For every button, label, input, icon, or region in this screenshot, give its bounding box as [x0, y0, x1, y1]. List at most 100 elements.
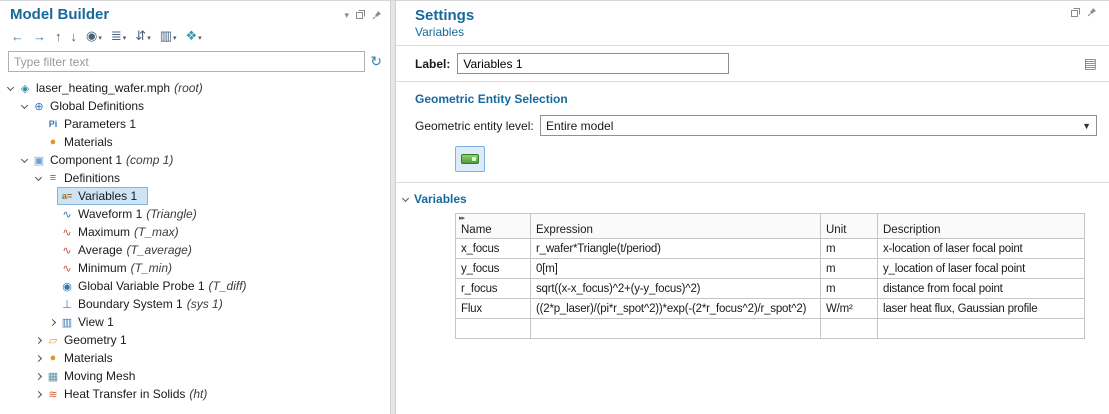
cell-unit[interactable]: [821, 319, 878, 339]
collapse-icon[interactable]: [4, 87, 16, 90]
cell-description[interactable]: laser heat flux, Gaussian profile: [878, 299, 1085, 319]
show-more-icon[interactable]: ▤: [1084, 55, 1097, 72]
move-down-button[interactable]: ↓: [68, 28, 81, 45]
go-forward-icon: →: [33, 29, 46, 44]
collapse-icon[interactable]: [18, 105, 30, 108]
panel-menu-icon[interactable]: ▾: [344, 10, 349, 20]
pin-icon[interactable]: [1087, 7, 1097, 17]
tree-item-definitions[interactable]: ≡Definitions: [0, 169, 390, 187]
active-selection-button[interactable]: [455, 146, 485, 172]
model-icon: ◈: [17, 82, 33, 95]
tree-item-variables-1[interactable]: a=Variables 1: [0, 187, 390, 205]
cell-expression[interactable]: sqrt((x-x_focus)^2+(y-y_focus)^2): [531, 279, 821, 299]
refresh-icon[interactable]: ↻: [370, 53, 382, 70]
expand-icon[interactable]: [32, 338, 44, 343]
chevron-down-icon: ▾: [173, 34, 177, 42]
label-input[interactable]: [457, 53, 729, 74]
collapse-icon[interactable]: [32, 177, 44, 180]
cell-expression[interactable]: 0[m]: [531, 259, 821, 279]
col-header-label: Description: [883, 224, 941, 236]
tree-item-maximum[interactable]: ∿Maximum(T_max): [0, 223, 390, 241]
cell-description[interactable]: x-location of laser focal point: [878, 239, 1085, 259]
tree-item-boundary-system-1[interactable]: ⊥Boundary System 1(sys 1): [0, 295, 390, 313]
maximum-icon: ∿: [59, 226, 75, 239]
parameters-icon: Pi: [45, 119, 61, 129]
geometric-entity-level-dropdown[interactable]: Entire model ▼: [540, 115, 1097, 136]
boundary-system-icon: ⊥: [59, 298, 75, 311]
cell-expression[interactable]: ((2*p_laser)/(pi*r_spot^2))*exp(-(2*r_fo…: [531, 299, 821, 319]
cell-description[interactable]: y_location of laser focal point: [878, 259, 1085, 279]
geometric-entity-level-row: Geometric entity level: Entire model ▼: [396, 115, 1109, 146]
cell-name[interactable]: y_focus: [456, 259, 531, 279]
filter-row: ↻: [0, 49, 390, 76]
cell-name[interactable]: r_focus: [456, 279, 531, 299]
heat-transfer-icon: ≋: [45, 388, 61, 401]
row-indicator-icon: ▸▸: [459, 214, 464, 222]
cell-description[interactable]: distance from focal point: [878, 279, 1085, 299]
comsol-window: Model Builder ▾ ←→↑↓◉▾≣▾⇵▾▥▾❖▾ ↻ ◈laser_…: [0, 0, 1109, 414]
tree-item-waveform-1[interactable]: ∿Waveform 1(Triangle): [0, 205, 390, 223]
expand-icon[interactable]: [32, 374, 44, 379]
expand-icon[interactable]: [46, 320, 58, 325]
tree-item-geometry-1[interactable]: ▱Geometry 1: [0, 331, 390, 349]
expand-icon[interactable]: [32, 392, 44, 397]
float-window-icon[interactable]: [356, 10, 365, 19]
cell-unit[interactable]: W/m²: [821, 299, 878, 319]
tree-item-global-definitions[interactable]: ⊕Global Definitions: [0, 97, 390, 115]
geometric-entity-selection-heading: Geometric Entity Selection: [396, 82, 1109, 115]
col-header-unit[interactable]: Unit: [821, 214, 878, 239]
cell-name[interactable]: x_focus: [456, 239, 531, 259]
cell-expression[interactable]: r_wafer*Triangle(t/period): [531, 239, 821, 259]
settings-title: Settings: [415, 7, 474, 24]
table-row: [456, 319, 1085, 339]
probe-icon: ◉: [59, 280, 75, 293]
table-header-row: ▸▸NameExpression Unit Description: [456, 214, 1085, 239]
tree-item-parameters-1[interactable]: PiParameters 1: [0, 115, 390, 133]
tree-item-tag: (comp 1): [122, 153, 173, 167]
collapse-icon[interactable]: [18, 159, 30, 162]
tree-item-label: Heat Transfer in Solids: [61, 387, 185, 401]
tree-item-laser-heating-wafer-mph[interactable]: ◈laser_heating_wafer.mph(root): [0, 79, 390, 97]
label-row: Label: ▤: [396, 46, 1109, 81]
cell-expression[interactable]: [531, 319, 821, 339]
col-header-description[interactable]: Description: [878, 214, 1085, 239]
active-selection-icon: [461, 154, 479, 164]
filter-input[interactable]: [8, 51, 365, 72]
col-header-expression[interactable]: Expression: [531, 214, 821, 239]
move-up-button[interactable]: ↑: [52, 28, 65, 45]
go-back-button[interactable]: ←: [8, 28, 27, 45]
expand-icon[interactable]: [32, 356, 44, 361]
tree-item-label: Materials: [61, 135, 113, 149]
table-row: y_focus0[m]my_location of laser focal po…: [456, 259, 1085, 279]
tree-item-average[interactable]: ∿Average(T_average): [0, 241, 390, 259]
tree-item-view-1[interactable]: ▥View 1: [0, 313, 390, 331]
model-tree-node-text-icon: ≣: [111, 28, 122, 44]
sort-button[interactable]: ⇵▾: [132, 27, 153, 45]
show-button[interactable]: ◉▾: [83, 27, 105, 45]
col-header-label: Unit: [826, 224, 846, 236]
tree-item-materials[interactable]: ●Materials: [0, 349, 390, 367]
cell-name[interactable]: Flux: [456, 299, 531, 319]
tree-item-label: Minimum: [75, 261, 127, 275]
cell-name[interactable]: [456, 319, 531, 339]
tree-item-heat-transfer-in-solids[interactable]: ≋Heat Transfer in Solids(ht): [0, 385, 390, 403]
cell-unit[interactable]: m: [821, 279, 878, 299]
tree-item-global-variable-probe-1[interactable]: ◉Global Variable Probe 1(T_diff): [0, 277, 390, 295]
float-window-icon[interactable]: [1071, 8, 1080, 17]
columns-button[interactable]: ▥▾: [157, 27, 180, 45]
tree-item-materials[interactable]: ●Materials: [0, 133, 390, 151]
tree-item-label: Average: [75, 243, 122, 257]
model-tree-node-text-button[interactable]: ≣▾: [108, 27, 129, 45]
pin-icon[interactable]: [372, 10, 382, 20]
go-forward-button[interactable]: →: [30, 28, 49, 45]
chevron-down-icon: ▾: [98, 34, 102, 42]
cell-description[interactable]: [878, 319, 1085, 339]
cell-unit[interactable]: m: [821, 259, 878, 279]
cell-unit[interactable]: m: [821, 239, 878, 259]
tree-item-component-1[interactable]: ▣Component 1(comp 1): [0, 151, 390, 169]
col-header-name[interactable]: ▸▸Name: [456, 214, 531, 239]
variables-section-header[interactable]: Variables: [396, 183, 1109, 213]
tree-item-minimum[interactable]: ∿Minimum(T_min): [0, 259, 390, 277]
appearance-button[interactable]: ❖▾: [183, 27, 205, 45]
tree-item-moving-mesh[interactable]: ▦Moving Mesh: [0, 367, 390, 385]
